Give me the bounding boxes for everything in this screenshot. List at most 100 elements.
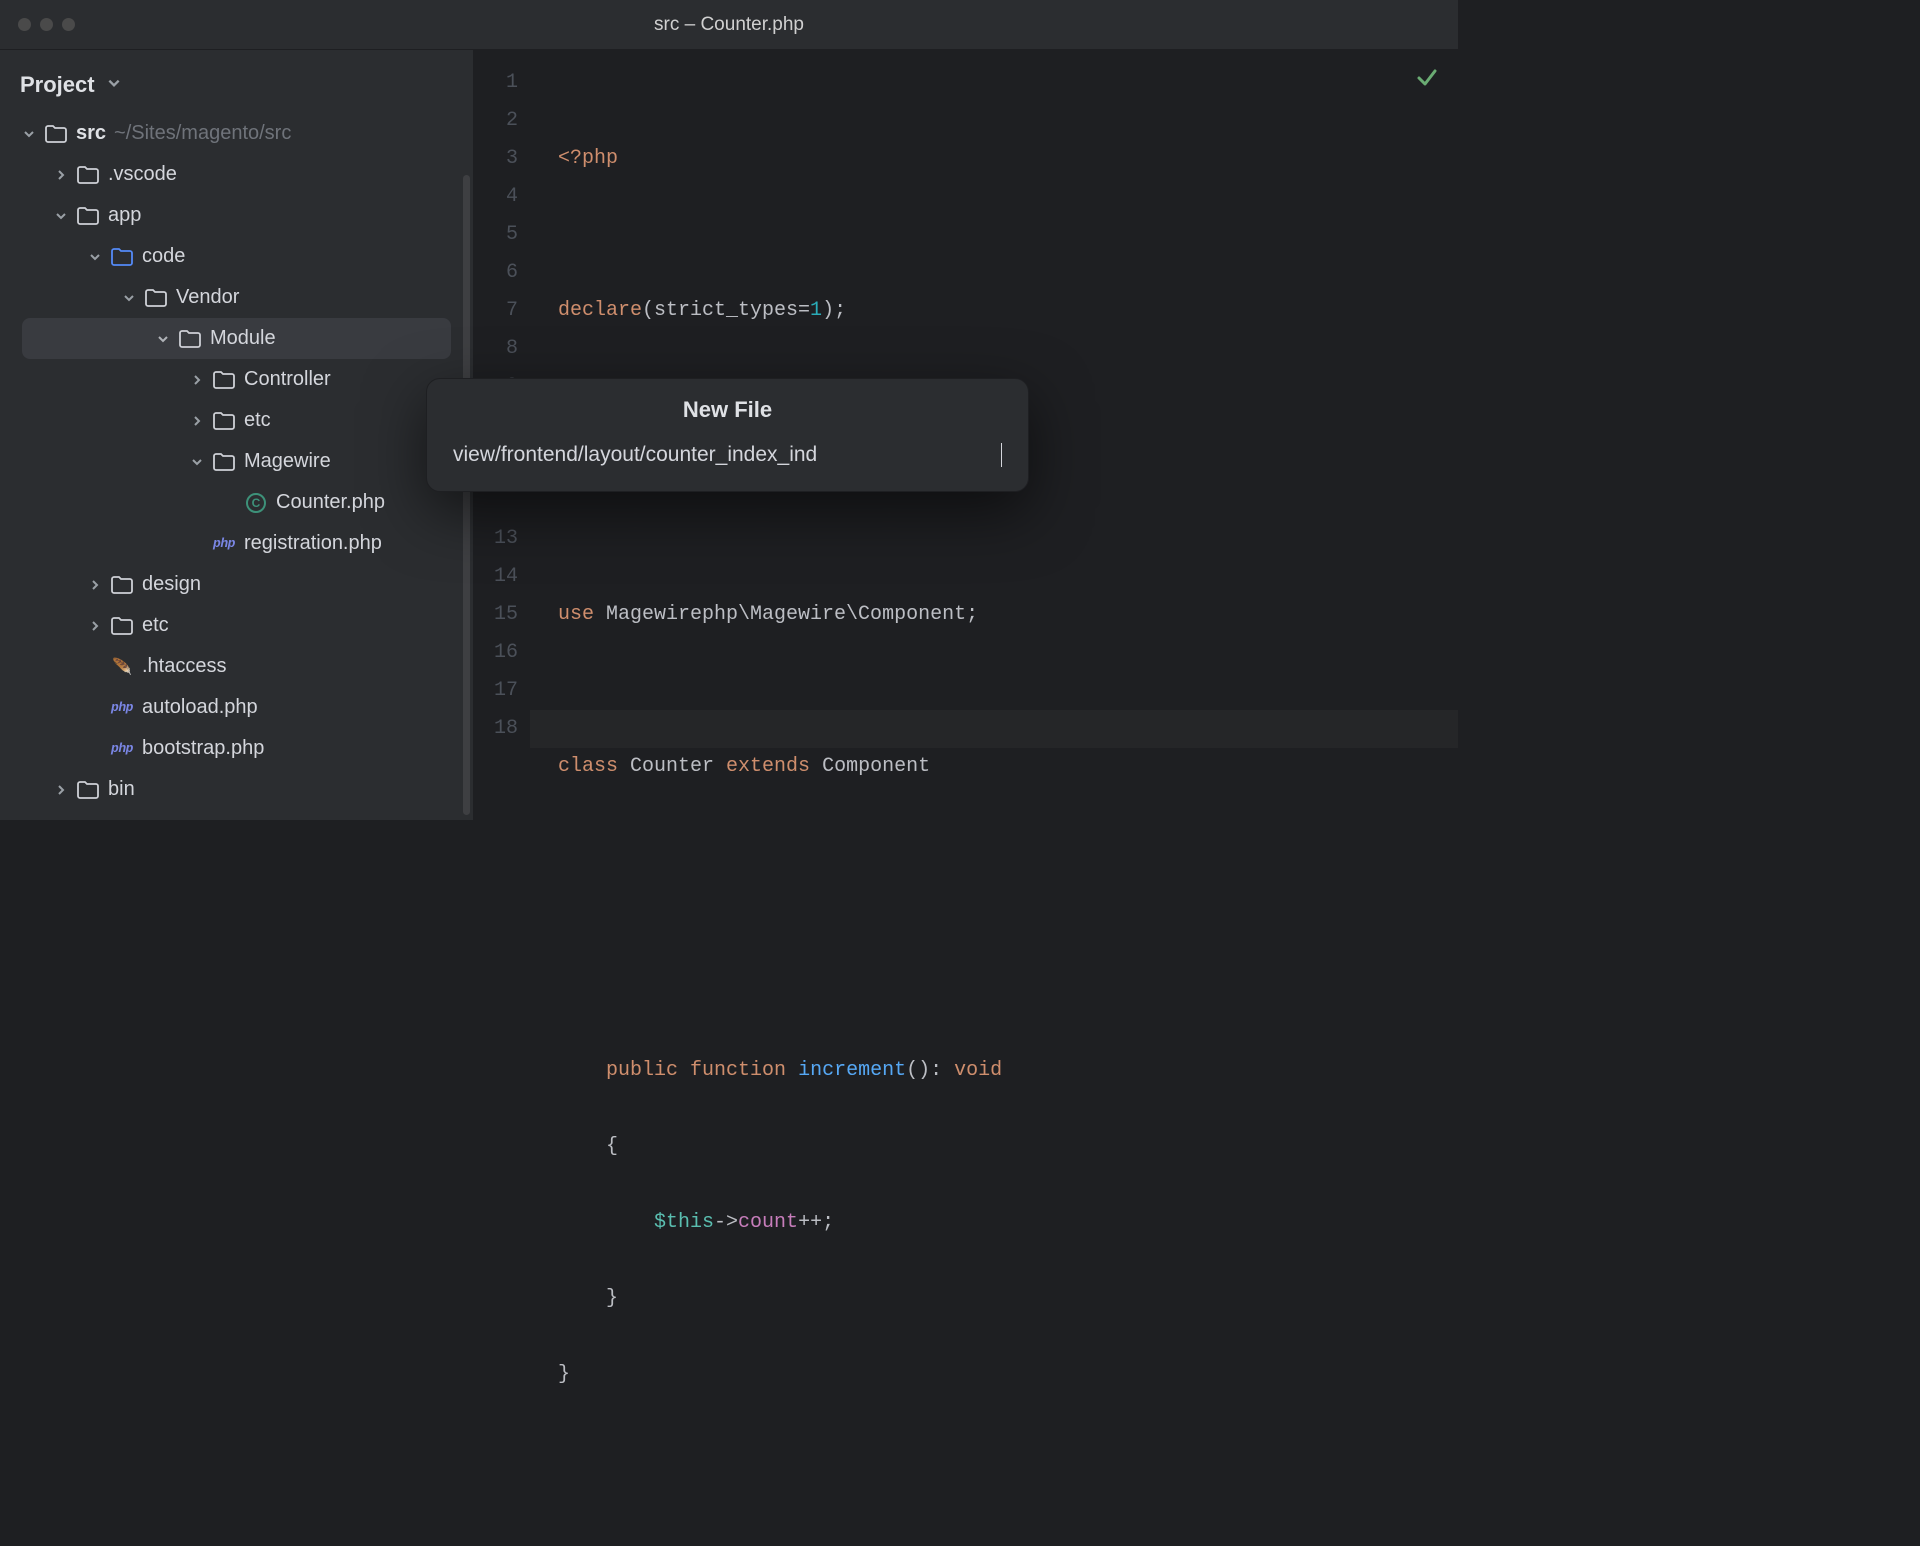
class-icon: C — [244, 493, 268, 513]
tree-label: registration.php — [244, 532, 382, 555]
code-line — [558, 216, 1458, 254]
zoom-window-icon[interactable] — [62, 18, 75, 31]
new-file-dialog: New File — [426, 378, 1029, 492]
line-number: 13 — [474, 520, 518, 558]
window-title: src – Counter.php — [654, 14, 804, 36]
line-number: 6 — [474, 254, 518, 292]
tree-label: Counter.php — [276, 491, 385, 514]
line-number: 14 — [474, 558, 518, 596]
folder-icon — [110, 576, 134, 594]
chevron-right-icon[interactable] — [188, 415, 206, 427]
folder-icon — [212, 371, 236, 389]
chevron-down-icon[interactable] — [52, 210, 70, 222]
code-line — [558, 824, 1458, 862]
chevron-right-icon[interactable] — [86, 620, 104, 632]
tree-row-code[interactable]: code — [0, 236, 473, 277]
tree-row-vendor[interactable]: Vendor — [0, 277, 473, 318]
code-line: declare(strict_types=1); — [558, 292, 1458, 330]
tree-row-autoload-php[interactable]: php autoload.php — [0, 687, 473, 728]
chevron-right-icon[interactable] — [86, 579, 104, 591]
project-panel-header[interactable]: Project — [0, 50, 473, 113]
new-file-input[interactable] — [453, 443, 1002, 467]
tree-label: etc — [244, 409, 271, 432]
tree-row-module[interactable]: Module — [22, 318, 451, 359]
tree-label: app — [108, 204, 141, 227]
sidebar-scrollbar[interactable] — [463, 175, 470, 815]
chevron-down-icon — [107, 76, 121, 95]
chevron-down-icon[interactable] — [20, 128, 38, 140]
chevron-right-icon[interactable] — [188, 374, 206, 386]
code-line — [558, 520, 1458, 558]
tree-row-registration-php[interactable]: php registration.php — [0, 523, 473, 564]
titlebar: src – Counter.php — [0, 0, 1458, 50]
code-line: class Counter extends Component — [558, 748, 1458, 786]
code-line: } — [558, 1280, 1458, 1318]
tree-label: Vendor — [176, 286, 239, 309]
line-number: 8 — [474, 330, 518, 368]
tree-label: Magewire — [244, 450, 331, 473]
tree-row-magewire[interactable]: Magewire — [0, 441, 473, 482]
tree-label: code — [142, 245, 185, 268]
folder-icon — [76, 781, 100, 799]
php-file-icon: php — [110, 741, 134, 756]
tree-label: autoload.php — [142, 696, 258, 719]
chevron-down-icon[interactable] — [120, 292, 138, 304]
folder-icon — [44, 125, 68, 143]
line-number: 4 — [474, 178, 518, 216]
line-number: 15 — [474, 596, 518, 634]
folder-icon — [76, 166, 100, 184]
tree-row-controller[interactable]: Controller — [0, 359, 473, 400]
code-line — [558, 672, 1458, 710]
project-sidebar: Project src ~/Sites/magento/src .vscode … — [0, 50, 474, 820]
code-line: public function increment(): void — [558, 1052, 1458, 1090]
folder-icon — [178, 330, 202, 348]
tree-row-htaccess[interactable]: 🪶 .htaccess — [0, 646, 473, 687]
tree-row-bootstrap-php[interactable]: php bootstrap.php — [0, 728, 473, 769]
tree-row-design[interactable]: design — [0, 564, 473, 605]
code-line — [558, 900, 1458, 938]
tree-row-src[interactable]: src ~/Sites/magento/src — [0, 113, 473, 154]
tree-label: etc — [142, 614, 169, 637]
line-number: 16 — [474, 634, 518, 672]
tree-label: bin — [108, 778, 135, 801]
code-line: } — [558, 1356, 1458, 1394]
check-icon[interactable] — [1416, 66, 1438, 93]
current-line-highlight — [530, 710, 1458, 748]
tree-label: bootstrap.php — [142, 737, 264, 760]
close-window-icon[interactable] — [18, 18, 31, 31]
minimize-window-icon[interactable] — [40, 18, 53, 31]
code-line — [558, 1432, 1458, 1470]
code-line: <?php — [558, 140, 1458, 178]
line-number: 7 — [474, 292, 518, 330]
folder-icon — [212, 453, 236, 471]
tree-row-etc-app[interactable]: etc — [0, 605, 473, 646]
tree-label: Module — [210, 327, 276, 350]
project-label: Project — [20, 72, 95, 98]
window-controls[interactable] — [0, 18, 75, 31]
code-line: use Magewirephp\Magewire\Component; — [558, 596, 1458, 634]
php-file-icon: php — [212, 536, 236, 551]
dialog-title: New File — [427, 379, 1028, 427]
tree-label: design — [142, 573, 201, 596]
line-number: 2 — [474, 102, 518, 140]
chevron-down-icon[interactable] — [154, 333, 172, 345]
tree-label: .htaccess — [142, 655, 226, 678]
php-file-icon: php — [110, 700, 134, 715]
chevron-down-icon[interactable] — [188, 456, 206, 468]
chevron-right-icon[interactable] — [52, 784, 70, 796]
tree-label: src — [76, 122, 106, 145]
folder-icon — [76, 207, 100, 225]
tree-row-counter-php[interactable]: C Counter.php — [0, 482, 473, 523]
tree-row-app[interactable]: app — [0, 195, 473, 236]
tree-row-vscode[interactable]: .vscode — [0, 154, 473, 195]
tree-row-bin[interactable]: bin — [0, 769, 473, 810]
folder-icon — [144, 289, 168, 307]
chevron-right-icon[interactable] — [52, 169, 70, 181]
tree-row-etc-module[interactable]: etc — [0, 400, 473, 441]
folder-icon — [110, 248, 134, 266]
folder-icon — [110, 617, 134, 635]
htaccess-file-icon: 🪶 — [110, 657, 134, 677]
chevron-down-icon[interactable] — [86, 251, 104, 263]
line-number: 3 — [474, 140, 518, 178]
file-tree[interactable]: src ~/Sites/magento/src .vscode app code — [0, 113, 473, 810]
